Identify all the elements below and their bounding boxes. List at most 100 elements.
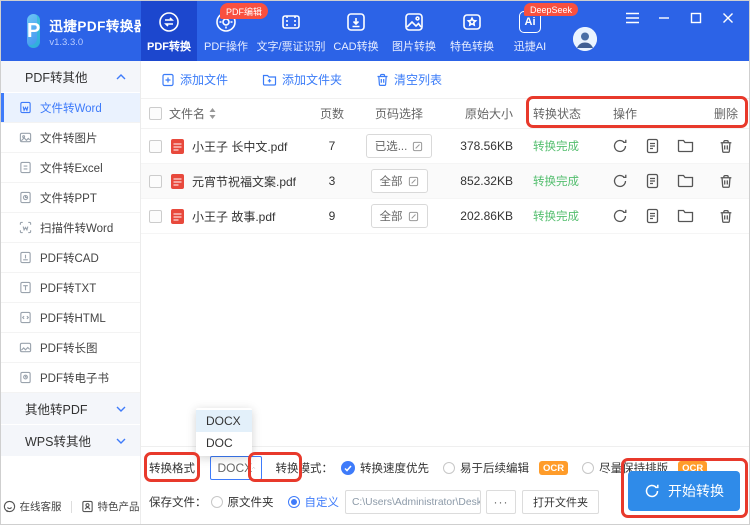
tab-pdf-ops[interactable]: PDF编辑 PDF操作	[197, 1, 269, 61]
format-dropdown-menu: DOCX DOC	[196, 408, 252, 456]
col-status: 转换状态	[533, 107, 582, 121]
sidebar-item-label: PDF转长图	[40, 342, 98, 355]
download-square-icon	[344, 9, 368, 35]
start-convert-button[interactable]: 开始转换	[628, 471, 740, 511]
open-folder-icon[interactable]	[677, 138, 694, 154]
select-all-checkbox[interactable]	[148, 107, 162, 120]
reconvert-icon[interactable]	[612, 173, 628, 189]
mode-speed-first[interactable]: 转换速度优先	[341, 460, 429, 476]
tab-label: PDF操作	[204, 41, 248, 53]
close-icon[interactable]	[715, 5, 741, 31]
sidebar-item-label: PDF转HTML	[40, 312, 106, 325]
delete-row-icon[interactable]	[719, 209, 733, 224]
sidebar-group-pdf-to-other[interactable]: PDF转其他	[1, 61, 140, 93]
sidebar-item-file-to-image[interactable]: 文件转图片	[1, 123, 140, 153]
swap-circle-icon	[157, 9, 181, 35]
mode-easy-edit[interactable]: 易于后续编辑 OCR	[443, 460, 569, 476]
delete-row-icon[interactable]	[719, 139, 733, 154]
file-size: 378.56KB	[460, 139, 513, 153]
page-count: 9	[328, 209, 336, 223]
format-select[interactable]: DOCX	[209, 456, 262, 480]
sidebar-group-wps-to-other[interactable]: WPS转其他	[1, 425, 140, 457]
open-file-icon[interactable]	[645, 138, 660, 154]
save-original-folder[interactable]: 原文件夹	[210, 494, 274, 510]
open-folder-icon[interactable]	[677, 173, 694, 189]
page-select-button[interactable]: 全部	[370, 169, 428, 193]
user-avatar[interactable]	[573, 27, 597, 51]
add-folder-button[interactable]: 添加文件夹	[262, 71, 342, 88]
row-checkbox[interactable]	[148, 209, 162, 223]
sidebar-item-pdf-to-html[interactable]: PDF转HTML	[1, 303, 140, 333]
sidebar-item-label: 文件转图片	[40, 132, 98, 145]
edit-icon	[408, 211, 418, 221]
edit-icon	[413, 141, 423, 151]
tab-special[interactable]: 特色转换	[443, 1, 501, 61]
radio-checked-icon	[341, 461, 355, 475]
sidebar-group-other-to-pdf[interactable]: 其他转PDF	[1, 393, 140, 425]
row-checkbox[interactable]	[148, 139, 162, 153]
sidebar-item-label: 扫描件转Word	[40, 222, 114, 235]
maximize-icon[interactable]	[683, 5, 709, 31]
sidebar-item-pdf-to-ebook[interactable]: PDF转电子书	[1, 363, 140, 393]
tab-ai[interactable]: DeepSeek Ai 迅捷AI	[501, 1, 579, 61]
open-folder-icon[interactable]	[677, 208, 694, 224]
chevron-down-icon	[116, 406, 126, 412]
table-row[interactable]: 小王子 长中文.pdf 7 已选... 378.56KB 转换完成	[141, 129, 749, 164]
delete-row-icon[interactable]	[719, 174, 733, 189]
col-filename[interactable]: 文件名	[169, 105, 311, 122]
image-doc-icon	[19, 131, 32, 144]
dropdown-option-docx[interactable]: DOCX	[196, 410, 252, 432]
page-select-button[interactable]: 全部	[370, 204, 428, 228]
row-checkbox[interactable]	[148, 174, 162, 188]
file-size: 202.86KB	[460, 209, 513, 223]
add-file-button[interactable]: 添加文件	[161, 71, 228, 88]
tab-pdf-convert[interactable]: PDF转换	[141, 1, 197, 61]
deepseek-badge: DeepSeek	[524, 3, 579, 16]
sidebar: PDF转其他 文件转Word 文件转图片 文件转Excel 文件转PPT 扫描件…	[1, 61, 141, 524]
open-folder-button[interactable]: 打开文件夹	[522, 490, 599, 514]
file-name: 小王子 故事.pdf	[192, 209, 276, 224]
sidebar-item-pdf-to-txt[interactable]: PDF转TXT	[1, 273, 140, 303]
logo-icon: P	[27, 14, 41, 48]
clear-list-button[interactable]: 清空列表	[376, 71, 442, 88]
long-image-icon	[19, 341, 32, 354]
browse-button[interactable]: ···	[486, 490, 516, 514]
folder-plus-icon	[262, 74, 277, 86]
minimize-icon[interactable]	[651, 5, 677, 31]
sidebar-item-file-to-word[interactable]: 文件转Word	[1, 93, 140, 123]
save-path-input[interactable]: C:\Users\Administrator\Desktop	[345, 490, 481, 514]
sidebar-item-label: 文件转Word	[40, 102, 102, 115]
radio-checked-icon	[287, 496, 300, 508]
sidebar-item-file-to-ppt[interactable]: 文件转PPT	[1, 183, 140, 213]
save-custom[interactable]: 自定义	[287, 494, 339, 510]
tab-cad[interactable]: CAD转换	[327, 1, 385, 61]
dropdown-option-doc[interactable]: DOC	[196, 432, 252, 454]
group-label: PDF转其他	[25, 71, 88, 85]
sidebar-item-scan-to-word[interactable]: 扫描件转Word	[1, 213, 140, 243]
sidebar-item-file-to-excel[interactable]: 文件转Excel	[1, 153, 140, 183]
table-row[interactable]: 元宵节祝福文案.pdf 3 全部 852.32KB 转换完成	[141, 164, 749, 199]
open-file-icon[interactable]	[645, 208, 660, 224]
sidebar-item-label: 文件转Excel	[40, 162, 103, 175]
file-toolbar: 添加文件 添加文件夹 清空列表	[141, 61, 749, 99]
reconvert-icon[interactable]	[612, 138, 628, 154]
sidebar-item-pdf-to-cad[interactable]: PDF转CAD	[1, 243, 140, 273]
tab-image[interactable]: 图片转换	[385, 1, 443, 61]
pdf-file-icon	[171, 208, 184, 224]
page-select-button[interactable]: 已选...	[365, 134, 433, 158]
col-delete: 删除	[713, 107, 738, 121]
reconvert-icon[interactable]	[612, 208, 628, 224]
status-badge: 转换完成	[533, 141, 579, 153]
featured-products-link[interactable]: 特色产品	[81, 499, 140, 514]
file-plus-icon	[162, 73, 174, 86]
sidebar-item-pdf-to-longimage[interactable]: PDF转长图	[1, 333, 140, 363]
online-service-label: 在线客服	[19, 501, 62, 513]
online-service-link[interactable]: 在线客服	[3, 499, 62, 514]
table-row[interactable]: 小王子 故事.pdf 9 全部 202.86KB 转换完成	[141, 199, 749, 234]
main-nav: PDF转换 PDF编辑 PDF操作 文字/票证识别 CAD转换 图片转换 特色转…	[141, 1, 579, 61]
open-file-icon[interactable]	[645, 173, 660, 189]
sidebar-footer: 在线客服 特色产品	[1, 499, 141, 514]
menu-icon[interactable]	[619, 5, 645, 31]
chat-smiley-icon	[3, 500, 15, 513]
sort-icon[interactable]	[209, 108, 216, 119]
